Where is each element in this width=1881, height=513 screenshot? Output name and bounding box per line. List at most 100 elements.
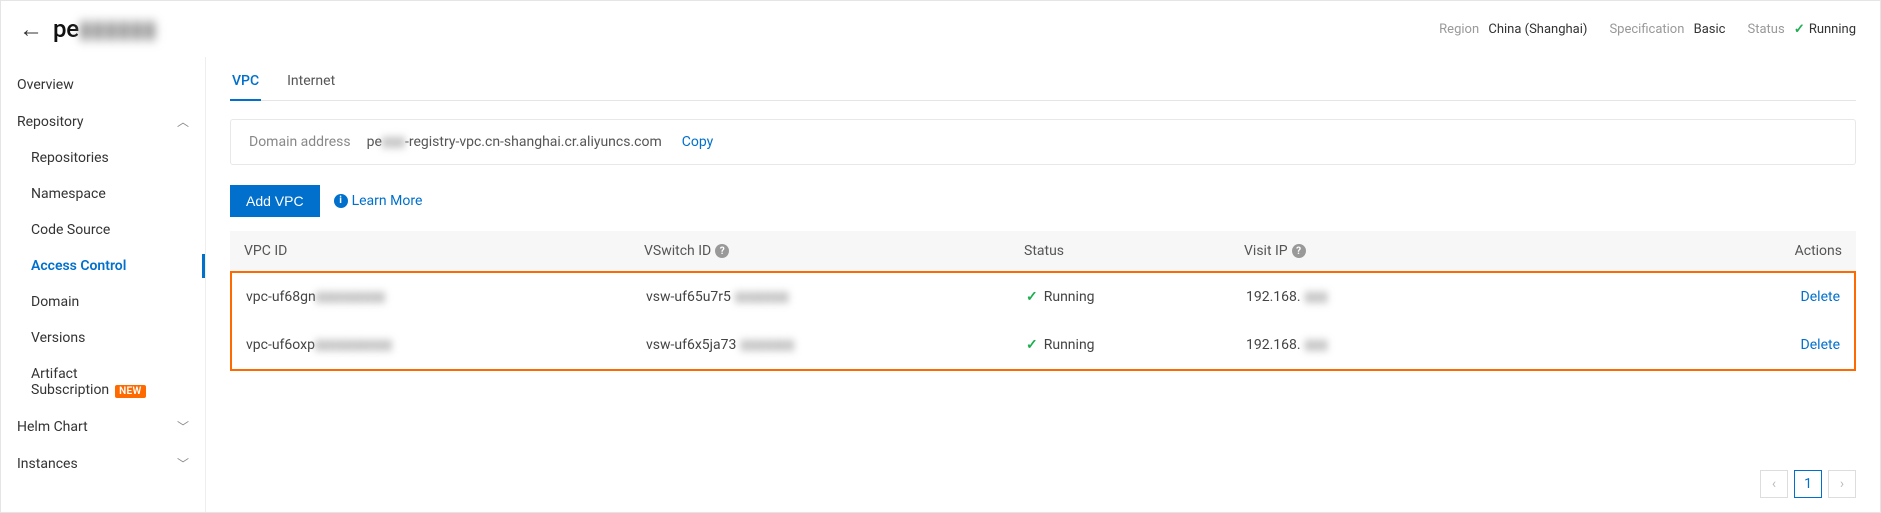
th-visit-ip: Visit IP ? (1244, 243, 1524, 259)
sidebar-item-overview[interactable]: Overview (1, 67, 205, 103)
sidebar-item-label: Versions (31, 330, 85, 346)
th-vswitch-id: VSwitch ID ? (644, 243, 1024, 259)
check-icon: ✓ (1026, 289, 1038, 305)
status-value: Running (1809, 22, 1856, 37)
page-title: pe▮▮▮▮▮▮ (53, 15, 156, 43)
domain-label: Domain address (249, 134, 351, 150)
vpc-redacted: ▮▮▮▮▮▮▮▮▮ (316, 289, 385, 305)
cell-vpc-id: vpc-uf68gn▮▮▮▮▮▮▮▮▮ (246, 289, 646, 305)
th-vpc-id: VPC ID (244, 243, 644, 259)
delete-link[interactable]: Delete (1801, 337, 1840, 353)
back-arrow-icon[interactable]: ← (19, 17, 43, 41)
sidebar-item-label: Helm Chart (17, 419, 88, 435)
page-prev-button[interactable]: ‹ (1760, 470, 1788, 498)
domain-address-box: Domain address pe▮▮▮-registry-vpc.cn-sha… (230, 119, 1856, 165)
table-header: VPC ID VSwitch ID ? Status Visit IP ? Ac… (230, 231, 1856, 271)
tab-internet[interactable]: Internet (285, 63, 337, 100)
domain-redacted: ▮▮▮ (382, 134, 405, 150)
sidebar-item-repositories[interactable]: Repositories (1, 140, 205, 176)
sidebar-item-helm-chart[interactable]: Helm Chart ﹀ (1, 408, 205, 445)
sidebar-item-label: Code Source (31, 222, 110, 238)
vpc-prefix: vpc-uf6oxp (246, 337, 315, 353)
status-text: Running (1044, 337, 1095, 353)
title-prefix: pe (53, 15, 79, 43)
pagination: ‹ 1 › (1760, 470, 1856, 498)
help-icon[interactable]: ? (715, 244, 729, 258)
sidebar-item-label: Repositories (31, 150, 109, 166)
cell-visit-ip: 192.168.▮▮▮ (1246, 337, 1526, 353)
region-label: Region (1439, 22, 1479, 37)
sidebar-item-label: Instances (17, 456, 78, 472)
spec-value: Basic (1694, 22, 1726, 37)
sidebar-item-artifact-subscription[interactable]: Artifact SubscriptionNEW (1, 356, 205, 408)
cell-visit-ip: 192.168.▮▮▮ (1246, 289, 1526, 305)
spec-label: Specification (1609, 22, 1684, 37)
th-actions: Actions (1524, 243, 1842, 259)
header-meta: Region China (Shanghai) Specification Ba… (1439, 22, 1856, 37)
table-row: vpc-uf68gn▮▮▮▮▮▮▮▮▮ vsw-uf65u7r5▮▮▮▮▮▮▮ … (232, 273, 1854, 321)
status-text: Running (1044, 289, 1095, 305)
sidebar-item-label: Repository (17, 114, 83, 130)
check-icon: ✓ (1026, 337, 1038, 353)
info-icon: i (334, 194, 348, 208)
artifact-sub-text: Artifact Subscription (31, 366, 109, 398)
status-label: Status (1748, 22, 1785, 37)
tabs: VPC Internet (230, 57, 1856, 101)
sidebar-item-domain[interactable]: Domain (1, 284, 205, 320)
sidebar-item-label: Domain (31, 294, 79, 310)
chevron-down-icon: ﹀ (177, 455, 189, 472)
ip-prefix: 192.168. (1246, 289, 1301, 305)
sidebar-item-repository[interactable]: Repository ︿ (1, 103, 205, 140)
vsw-prefix: vsw-uf65u7r5 (646, 289, 731, 305)
vpc-prefix: vpc-uf68gn (246, 289, 316, 305)
learn-more-text: Learn More (352, 193, 423, 209)
th-status: Status (1024, 243, 1244, 259)
help-icon[interactable]: ? (1292, 244, 1306, 258)
title-redacted: ▮▮▮▮▮▮ (79, 15, 156, 43)
highlighted-rows: vpc-uf68gn▮▮▮▮▮▮▮▮▮ vsw-uf65u7r5▮▮▮▮▮▮▮ … (230, 271, 1856, 371)
header: ← pe▮▮▮▮▮▮ Region China (Shanghai) Speci… (1, 1, 1880, 57)
ip-redacted: ▮▮▮ (1305, 289, 1328, 305)
vpc-table: VPC ID VSwitch ID ? Status Visit IP ? Ac… (230, 231, 1856, 371)
cell-vswitch-id: vsw-uf65u7r5▮▮▮▮▮▮▮ (646, 289, 1026, 305)
delete-link[interactable]: Delete (1801, 289, 1840, 305)
sidebar-item-access-control[interactable]: Access Control (1, 248, 205, 284)
sidebar-item-versions[interactable]: Versions (1, 320, 205, 356)
ip-prefix: 192.168. (1246, 337, 1301, 353)
sidebar-item-namespace[interactable]: Namespace (1, 176, 205, 212)
vsw-redacted: ▮▮▮▮▮▮▮ (740, 337, 794, 353)
sidebar-item-label: Access Control (31, 258, 126, 274)
vsw-redacted: ▮▮▮▮▮▮▮ (735, 289, 789, 305)
vpc-redacted: ▮▮▮▮▮▮▮▮▮▮ (315, 337, 392, 353)
sidebar-item-label: Artifact SubscriptionNEW (31, 366, 189, 398)
chevron-up-icon: ︿ (177, 113, 189, 130)
header-left: ← pe▮▮▮▮▮▮ (19, 15, 156, 43)
sidebar-item-instances[interactable]: Instances ﹀ (1, 445, 205, 482)
check-icon: ✓ (1794, 22, 1805, 37)
cell-vpc-id: vpc-uf6oxp▮▮▮▮▮▮▮▮▮▮ (246, 337, 646, 353)
sidebar-item-label: Overview (17, 77, 74, 93)
cell-status: ✓ Running (1026, 289, 1246, 305)
sidebar: Overview Repository ︿ Repositories Names… (1, 57, 206, 512)
region-meta: Region China (Shanghai) (1439, 22, 1587, 37)
sidebar-item-code-source[interactable]: Code Source (1, 212, 205, 248)
domain-suffix: -registry-vpc.cn-shanghai.cr.aliyuncs.co… (405, 134, 662, 150)
status-meta: Status ✓ Running (1748, 22, 1857, 37)
cell-actions: Delete (1526, 337, 1840, 353)
vsw-prefix: vsw-uf6x5ja73 (646, 337, 736, 353)
page-1-button[interactable]: 1 (1794, 470, 1822, 498)
tab-vpc[interactable]: VPC (230, 63, 261, 101)
spec-meta: Specification Basic (1609, 22, 1725, 37)
th-vswitch-text: VSwitch ID (644, 243, 711, 259)
learn-more-link[interactable]: i Learn More (334, 193, 423, 209)
ip-redacted: ▮▮▮ (1305, 337, 1328, 353)
sidebar-item-label: Namespace (31, 186, 106, 202)
cell-vswitch-id: vsw-uf6x5ja73▮▮▮▮▮▮▮ (646, 337, 1026, 353)
domain-value: pe▮▮▮-registry-vpc.cn-shanghai.cr.aliyun… (367, 134, 662, 150)
table-row: vpc-uf6oxp▮▮▮▮▮▮▮▮▮▮ vsw-uf6x5ja73▮▮▮▮▮▮… (232, 321, 1854, 369)
copy-link[interactable]: Copy (682, 134, 714, 150)
cell-status: ✓ Running (1026, 337, 1246, 353)
page-next-button[interactable]: › (1828, 470, 1856, 498)
add-vpc-button[interactable]: Add VPC (230, 185, 320, 217)
th-visit-ip-text: Visit IP (1244, 243, 1288, 259)
